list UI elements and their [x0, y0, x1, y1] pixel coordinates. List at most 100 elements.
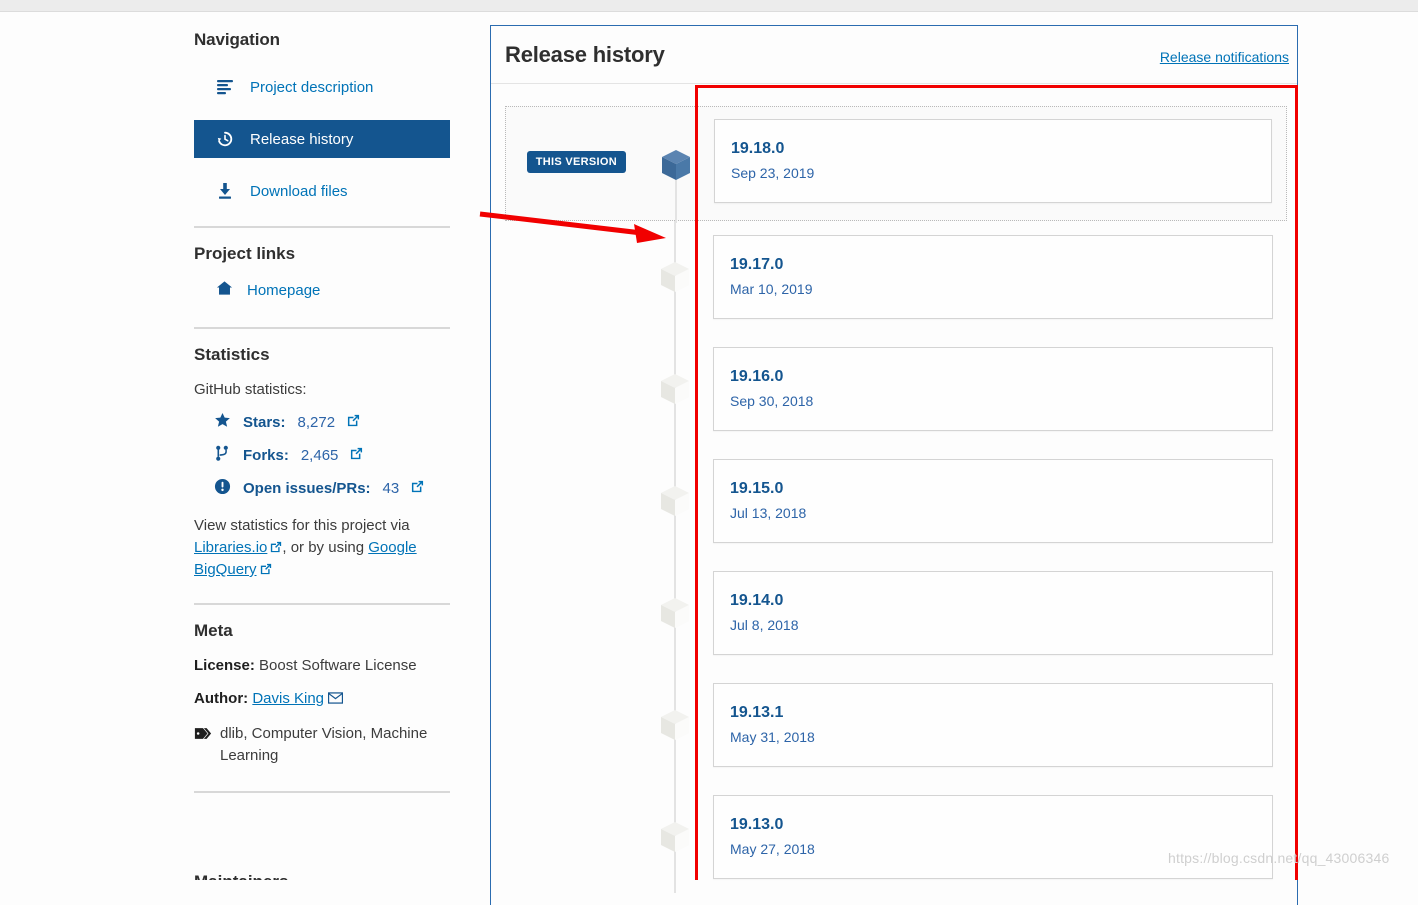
release-version: 19.16.0: [730, 368, 784, 385]
release-version: 19.13.1: [730, 704, 784, 721]
release-date: May 31, 2018: [730, 729, 815, 745]
tag-icon: [194, 723, 212, 767]
stat-value: 2,465: [300, 447, 339, 464]
release-row: 19.13.0 May 27, 2018: [505, 781, 1287, 893]
release-date: Jul 8, 2018: [730, 617, 799, 633]
release-timeline-left: [505, 221, 697, 333]
release-cube-icon: [657, 819, 693, 855]
release-cube-icon: [657, 259, 693, 295]
release-version: 19.14.0: [730, 592, 784, 609]
release-version: 19.15.0: [730, 480, 784, 497]
release-cube-icon: [657, 707, 693, 743]
project-link-homepage[interactable]: Homepage: [194, 280, 450, 301]
release-timeline-left: [505, 333, 697, 445]
browser-top-strip: [0, 0, 1418, 12]
release-cube-icon-active: [658, 147, 694, 183]
release-card[interactable]: 19.17.0 Mar 10, 2019: [713, 235, 1273, 319]
maintainers-heading: Maintainers: [194, 872, 288, 880]
release-cube-icon: [657, 483, 693, 519]
statistics-section: Statistics GitHub statistics: Stars: 8,2…: [194, 345, 450, 581]
stat-label: Open issues/PRs:: [243, 480, 371, 497]
watermark-text: https://blog.csdn.net/qq_43006346: [1168, 850, 1390, 866]
issue-icon: [214, 478, 231, 499]
release-row: 19.13.1 May 31, 2018: [505, 669, 1287, 781]
release-row-current: THIS VERSION 19.18.0 Sep 23, 2019: [505, 106, 1287, 223]
sidebar-item-release-history[interactable]: Release history: [194, 120, 450, 158]
email-icon[interactable]: [328, 690, 344, 707]
sidebar-nav-list: Project description Release history Down…: [194, 68, 450, 210]
sidebar-divider-1: [194, 226, 450, 228]
external-link-icon[interactable]: [411, 480, 424, 497]
statistics-heading: Statistics: [194, 345, 270, 364]
sidebar-item-label: Download files: [250, 182, 348, 200]
statistics-note-middle: , or by using: [282, 539, 369, 556]
release-card[interactable]: 19.13.0 May 27, 2018: [713, 795, 1273, 879]
stat-label: Stars:: [243, 414, 286, 431]
stat-value: 8,272: [297, 414, 336, 431]
external-link-icon[interactable]: [350, 447, 363, 464]
sidebar-item-project-description[interactable]: Project description: [194, 68, 450, 106]
release-row: 19.15.0 Jul 13, 2018: [505, 445, 1287, 557]
stat-label: Forks:: [243, 447, 289, 464]
meta-author: Author: Davis King: [194, 690, 450, 707]
release-row: 19.17.0 Mar 10, 2019: [505, 221, 1287, 333]
release-notifications-link[interactable]: Release notifications: [1160, 49, 1289, 65]
release-timeline-left: THIS VERSION: [506, 107, 698, 223]
sidebar-item-download-files[interactable]: Download files: [194, 172, 450, 210]
project-links-heading: Project links: [194, 244, 296, 263]
release-date: Sep 30, 2018: [730, 393, 814, 409]
license-label: License:: [194, 657, 255, 674]
sidebar-divider-3: [194, 603, 450, 605]
meta-license: License: Boost Software License: [194, 657, 450, 674]
github-statistics-label: GitHub statistics:: [194, 381, 307, 398]
list-icon: [216, 78, 234, 96]
release-cube-icon: [657, 371, 693, 407]
statistics-note-prefix: View statistics for this project via: [194, 517, 410, 534]
sidebar-item-label: Project description: [250, 78, 374, 96]
release-cube-icon: [657, 595, 693, 631]
star-icon: [214, 412, 231, 433]
release-history-panel: Release history Release notifications TH…: [490, 25, 1298, 905]
download-icon: [216, 182, 234, 200]
sidebar-divider-2: [194, 327, 450, 329]
libraries-io-link[interactable]: Libraries.io: [194, 539, 267, 556]
author-link[interactable]: Davis King: [252, 690, 324, 707]
meta-section: Meta License: Boost Software License Aut…: [194, 621, 450, 767]
project-link-label: Homepage: [247, 282, 321, 299]
release-timeline-left: [505, 781, 697, 893]
release-card[interactable]: 19.18.0 Sep 23, 2019: [714, 119, 1272, 203]
sidebar: Navigation Project description Release h…: [194, 30, 450, 809]
sidebar-item-label: Release history: [250, 130, 354, 148]
stat-forks[interactable]: Forks: 2,465: [194, 445, 450, 466]
stat-open-issues[interactable]: Open issues/PRs: 43: [194, 478, 450, 499]
release-version: 19.18.0: [731, 140, 785, 157]
external-link-icon[interactable]: [347, 414, 360, 431]
release-version: 19.13.0: [730, 816, 784, 833]
statistics-note: View statistics for this project via Lib…: [194, 515, 450, 581]
release-card[interactable]: 19.15.0 Jul 13, 2018: [713, 459, 1273, 543]
release-version: 19.17.0: [730, 256, 784, 273]
navigation-heading: Navigation: [194, 30, 280, 49]
license-value: Boost Software License: [259, 657, 417, 674]
release-card[interactable]: 19.16.0 Sep 30, 2018: [713, 347, 1273, 431]
history-icon: [216, 130, 234, 148]
release-row: 19.14.0 Jul 8, 2018: [505, 557, 1287, 669]
release-card[interactable]: 19.13.1 May 31, 2018: [713, 683, 1273, 767]
page-title: Release history: [505, 42, 665, 67]
release-row: 19.16.0 Sep 30, 2018: [505, 333, 1287, 445]
panel-header: Release history Release notifications: [491, 26, 1297, 84]
fork-icon: [214, 445, 231, 466]
release-date: May 27, 2018: [730, 841, 815, 857]
release-card[interactable]: 19.14.0 Jul 8, 2018: [713, 571, 1273, 655]
meta-heading: Meta: [194, 621, 233, 640]
release-date: Jul 13, 2018: [730, 505, 807, 521]
stat-stars[interactable]: Stars: 8,272: [194, 412, 450, 433]
external-link-icon[interactable]: [267, 539, 282, 556]
external-link-icon[interactable]: [257, 561, 272, 578]
meta-tags: dlib, Computer Vision, Machine Learning: [194, 723, 450, 767]
home-icon: [216, 280, 233, 301]
stat-value: 43: [382, 480, 400, 497]
release-date: Sep 23, 2019: [731, 165, 815, 181]
release-timeline-left: [505, 445, 697, 557]
sidebar-divider-4: [194, 791, 450, 793]
